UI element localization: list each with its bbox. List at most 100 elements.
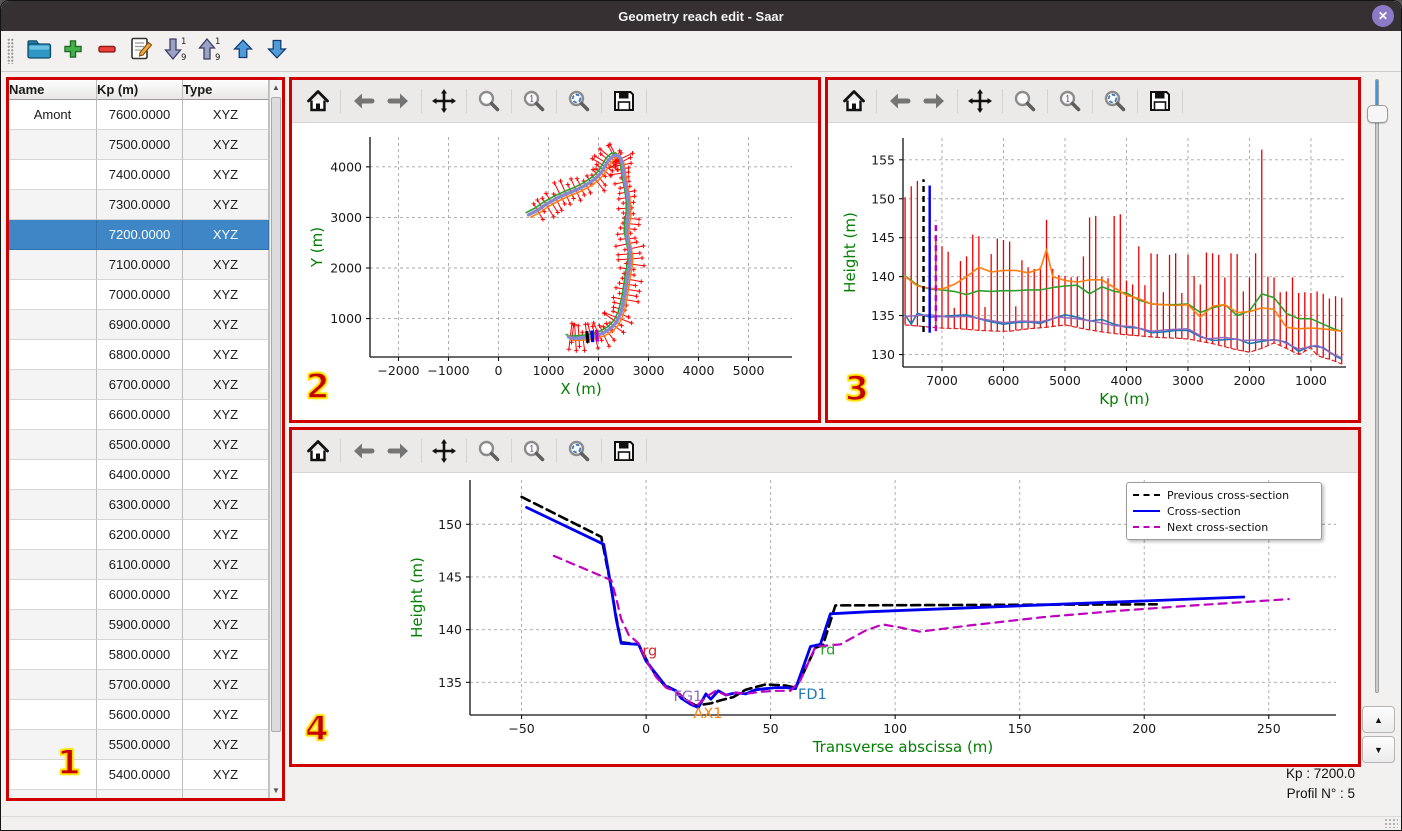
cell-name[interactable] bbox=[9, 460, 97, 490]
axes-options-icon[interactable]: 1 bbox=[519, 86, 549, 116]
cell-name[interactable] bbox=[9, 280, 97, 310]
cross-section-table[interactable]: Name Kp (m) Type Amont 7600.0000 XYZ 7500.0… bbox=[9, 80, 269, 798]
pan-icon[interactable] bbox=[429, 436, 459, 466]
cell-type[interactable]: XYZ bbox=[183, 130, 269, 160]
table-row[interactable]: 7000.0000 XYZ bbox=[9, 280, 269, 310]
table-row[interactable]: 6000.0000 XYZ bbox=[9, 580, 269, 610]
forward-icon[interactable] bbox=[920, 86, 950, 116]
table-row[interactable]: 5800.0000 XYZ bbox=[9, 640, 269, 670]
cell-kp[interactable]: 6300.0000 bbox=[97, 490, 183, 520]
cell-type[interactable]: XYZ bbox=[183, 700, 269, 730]
cell-kp[interactable]: 5500.0000 bbox=[97, 730, 183, 760]
cell-type[interactable]: XYZ bbox=[183, 340, 269, 370]
cell-kp[interactable]: 7600.0000 bbox=[97, 100, 183, 130]
cell-name[interactable] bbox=[9, 190, 97, 220]
table-row[interactable]: 5900.0000 XYZ bbox=[9, 610, 269, 640]
cell-name[interactable] bbox=[9, 130, 97, 160]
cell-kp[interactable]: 6800.0000 bbox=[97, 340, 183, 370]
cell-kp[interactable]: 6200.0000 bbox=[97, 520, 183, 550]
table-row[interactable]: 5500.0000 XYZ bbox=[9, 730, 269, 760]
table-row[interactable]: 7500.0000 XYZ bbox=[9, 130, 269, 160]
home-icon[interactable] bbox=[303, 86, 333, 116]
table-row[interactable]: 6400.0000 XYZ bbox=[9, 460, 269, 490]
cell-name[interactable] bbox=[9, 400, 97, 430]
cell-name[interactable] bbox=[9, 520, 97, 550]
cell-kp[interactable]: 7400.0000 bbox=[97, 160, 183, 190]
cell-name[interactable] bbox=[9, 250, 97, 280]
cell-name[interactable] bbox=[9, 220, 97, 250]
cell-kp[interactable]: 6600.0000 bbox=[97, 400, 183, 430]
cell-type[interactable]: XYZ bbox=[183, 490, 269, 520]
back-icon[interactable] bbox=[884, 86, 914, 116]
table-row[interactable]: 6500.0000 XYZ bbox=[9, 430, 269, 460]
remove-row-button[interactable] bbox=[92, 36, 122, 66]
save-icon[interactable] bbox=[609, 436, 639, 466]
table-row[interactable]: 6200.0000 XYZ bbox=[9, 520, 269, 550]
cell-type[interactable]: XYZ bbox=[183, 460, 269, 490]
plan-view-chart[interactable]: −2000 −1000 0 1000 2000 3000 4000 5000 1000 2000 3… bbox=[292, 123, 818, 421]
configure-subplots-icon[interactable] bbox=[1100, 86, 1130, 116]
cell-kp[interactable]: 5600.0000 bbox=[97, 700, 183, 730]
cell-kp[interactable]: 6400.0000 bbox=[97, 460, 183, 490]
scroll-up-icon[interactable]: ▲ bbox=[270, 80, 282, 95]
cell-type[interactable]: XYZ bbox=[183, 520, 269, 550]
edit-button[interactable] bbox=[126, 36, 156, 66]
cell-name[interactable] bbox=[9, 160, 97, 190]
cell-kp[interactable]: 7500.0000 bbox=[97, 130, 183, 160]
cell-type[interactable]: XYZ bbox=[183, 610, 269, 640]
cell-type[interactable]: XYZ bbox=[183, 100, 269, 130]
cell-type[interactable]: XYZ bbox=[183, 670, 269, 700]
cell-kp[interactable]: 6000.0000 bbox=[97, 580, 183, 610]
cell-type[interactable]: XYZ bbox=[183, 550, 269, 580]
zoom-icon[interactable] bbox=[1010, 86, 1040, 116]
cell-type[interactable]: XYZ bbox=[183, 640, 269, 670]
table-row[interactable]: 6700.0000 XYZ bbox=[9, 370, 269, 400]
table-row[interactable]: 7400.0000 XYZ bbox=[9, 160, 269, 190]
zoom-icon[interactable] bbox=[474, 86, 504, 116]
cell-type[interactable]: XYZ bbox=[183, 190, 269, 220]
cell-type[interactable]: XYZ bbox=[183, 790, 269, 798]
table-row[interactable]: 7200.0000 XYZ bbox=[9, 220, 269, 250]
cell-type[interactable]: XYZ bbox=[183, 580, 269, 610]
cell-type[interactable]: XYZ bbox=[183, 160, 269, 190]
close-button[interactable]: ✕ bbox=[1372, 5, 1394, 27]
cell-kp[interactable]: 6100.0000 bbox=[97, 550, 183, 580]
scrollbar-track[interactable] bbox=[270, 95, 282, 783]
forward-icon[interactable] bbox=[384, 86, 414, 116]
cell-name[interactable] bbox=[9, 610, 97, 640]
cell-kp[interactable]: 7000.0000 bbox=[97, 280, 183, 310]
cell-name[interactable] bbox=[9, 580, 97, 610]
table-row[interactable]: 5700.0000 XYZ bbox=[9, 670, 269, 700]
table-scrollbar[interactable]: ▲ ▼ bbox=[269, 80, 282, 798]
cell-kp[interactable]: 7300.0000 bbox=[97, 190, 183, 220]
move-up-button[interactable] bbox=[228, 36, 258, 66]
cell-kp[interactable]: 5700.0000 bbox=[97, 670, 183, 700]
back-icon[interactable] bbox=[348, 436, 378, 466]
cell-name[interactable] bbox=[9, 490, 97, 520]
table-row[interactable]: 7100.0000 XYZ bbox=[9, 250, 269, 280]
configure-subplots-icon[interactable] bbox=[564, 436, 594, 466]
table-row[interactable]: 6900.0000 XYZ bbox=[9, 310, 269, 340]
table-row[interactable]: 5600.0000 XYZ bbox=[9, 700, 269, 730]
profile-slider-handle[interactable] bbox=[1367, 105, 1388, 123]
cell-kp[interactable]: 5900.0000 bbox=[97, 610, 183, 640]
cell-kp[interactable]: 5800.0000 bbox=[97, 640, 183, 670]
number-up-button[interactable]: 19 bbox=[194, 36, 224, 66]
cell-type[interactable]: XYZ bbox=[183, 370, 269, 400]
cell-type[interactable]: XYZ bbox=[183, 250, 269, 280]
cell-name[interactable] bbox=[9, 430, 97, 460]
table-row[interactable]: 6800.0000 XYZ bbox=[9, 340, 269, 370]
pan-icon[interactable] bbox=[429, 86, 459, 116]
table-row[interactable]: Amont 7600.0000 XYZ bbox=[9, 100, 269, 130]
cell-type[interactable]: XYZ bbox=[183, 760, 269, 790]
cell-type[interactable]: XYZ bbox=[183, 430, 269, 460]
profile-chart[interactable]: 7000 6000 5000 4000 3000 2000 1000 130 135 140 145… bbox=[828, 123, 1358, 421]
cell-kp[interactable]: 5300.0000 bbox=[97, 790, 183, 798]
cell-name[interactable] bbox=[9, 790, 97, 798]
table-row[interactable]: 5400.0000 XYZ bbox=[9, 760, 269, 790]
profile-down-button[interactable]: ▼ bbox=[1362, 736, 1395, 763]
cell-kp[interactable]: 7100.0000 bbox=[97, 250, 183, 280]
table-row[interactable]: 5300.0000XYZ bbox=[9, 790, 269, 798]
scrollbar-thumb[interactable] bbox=[271, 97, 281, 732]
resize-grip[interactable] bbox=[1384, 818, 1398, 828]
